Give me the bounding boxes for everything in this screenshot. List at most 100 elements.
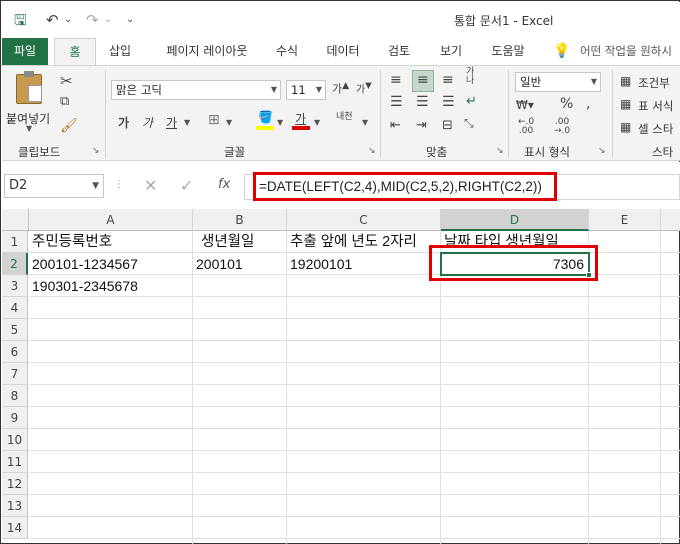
undo-dropdown-icon[interactable]: ⌄ xyxy=(64,11,72,29)
increase-font-icon[interactable]: 가▲ xyxy=(332,80,349,97)
tab-insert[interactable]: 삽입 xyxy=(100,38,140,65)
text-direction-icon[interactable]: ⤡ xyxy=(464,116,474,131)
align-bottom-icon[interactable]: ≡ xyxy=(442,72,454,88)
percent-icon[interactable]: % xyxy=(560,96,573,112)
tab-help[interactable]: 도움말 xyxy=(482,38,534,65)
row-header[interactable]: 10 xyxy=(2,429,28,451)
row-header[interactable]: 9 xyxy=(2,407,28,429)
align-center-icon[interactable]: ☰ xyxy=(416,94,429,110)
alignment-launcher-icon[interactable]: ↘ xyxy=(496,146,504,156)
row-header[interactable]: 12 xyxy=(2,473,28,495)
cell-a1[interactable]: 주민등록번호 xyxy=(29,231,112,253)
tab-formulas[interactable]: 수식 xyxy=(266,38,308,65)
customize-qat-icon[interactable]: ⌄ xyxy=(126,11,134,29)
separator xyxy=(508,70,509,158)
cancel-icon[interactable]: ✕ xyxy=(144,176,157,195)
font-launcher-icon[interactable]: ↘ xyxy=(368,146,376,156)
align-middle-icon[interactable]: ≡ xyxy=(412,70,434,92)
row-header[interactable]: 3 xyxy=(2,275,28,297)
row-header[interactable]: 13 xyxy=(2,495,28,517)
underline-button[interactable]: 가 xyxy=(166,114,177,131)
paste-dropdown-icon[interactable]: ▼ xyxy=(26,124,32,133)
cell-b1[interactable]: 생년월일 xyxy=(193,231,254,253)
enter-icon[interactable]: ✓ xyxy=(180,176,193,195)
font-color-icon[interactable]: 가 xyxy=(292,110,310,130)
decrease-indent-icon[interactable]: ⇤ xyxy=(390,118,401,133)
decrease-decimal-icon[interactable]: .00 →.0 xyxy=(554,118,570,136)
column-header-c[interactable]: C xyxy=(287,209,441,231)
wrap-text-icon[interactable]: ↵ xyxy=(466,94,477,109)
row-header[interactable]: 5 xyxy=(2,319,28,341)
cell-a3[interactable]: 190301-2345678 xyxy=(29,275,138,297)
cell-styles-button[interactable]: 셀 스타 xyxy=(638,121,673,137)
increase-decimal-icon[interactable]: ←.0.00 xyxy=(518,118,534,136)
format-table-button[interactable]: 표 서식 xyxy=(638,98,673,114)
name-box[interactable]: D2 ▼ xyxy=(4,174,104,198)
row-header[interactable]: 1 xyxy=(2,231,28,253)
number-launcher-icon[interactable]: ↘ xyxy=(598,146,606,156)
align-left-icon[interactable]: ☰ xyxy=(390,94,403,110)
cell-c2[interactable]: 19200101 xyxy=(287,253,352,275)
format-painter-icon[interactable]: 🖌 xyxy=(60,118,78,134)
format-table-icon[interactable]: ▦ xyxy=(620,97,631,111)
tab-review[interactable]: 검토 xyxy=(378,38,420,65)
tab-data[interactable]: 데이터 xyxy=(318,38,368,65)
phonetic-icon[interactable]: 내천 xyxy=(336,112,353,122)
font-name-combo[interactable]: 맑은 고딕 ▼ xyxy=(111,80,281,100)
conditional-format-icon[interactable]: ▦ xyxy=(620,74,631,88)
column-header-f[interactable] xyxy=(661,209,680,231)
tab-home[interactable]: 홈 xyxy=(54,38,96,65)
insert-function-icon[interactable]: fx xyxy=(218,177,230,192)
cell-c1[interactable]: 추출 앞에 년도 2자리 xyxy=(287,231,417,253)
row-header[interactable]: 7 xyxy=(2,363,28,385)
cell-a2[interactable]: 200101-1234567 xyxy=(29,253,138,275)
phonetic-dropdown-icon[interactable]: ▼ xyxy=(362,118,368,127)
fill-color-icon[interactable]: 🪣 xyxy=(256,110,274,130)
select-all-corner[interactable] xyxy=(2,209,29,231)
decrease-font-icon[interactable]: 가▼ xyxy=(356,80,372,95)
column-header-e[interactable]: E xyxy=(589,209,661,231)
redo-dropdown-icon[interactable]: ⌄ xyxy=(104,11,112,29)
row-header[interactable]: 11 xyxy=(2,451,28,473)
bold-button[interactable]: 가 xyxy=(118,114,129,131)
number-format-value: 일반 xyxy=(520,75,542,89)
align-top-icon[interactable]: ≡ xyxy=(390,72,402,88)
tab-file[interactable]: 파일 xyxy=(2,38,48,65)
comma-icon[interactable]: , xyxy=(586,96,590,112)
clipboard-launcher-icon[interactable]: ↘ xyxy=(92,146,100,156)
cut-icon[interactable]: ✂ xyxy=(60,72,73,90)
redo-icon[interactable]: ↷ xyxy=(86,11,99,29)
formula-input[interactable]: =DATE(LEFT(C2,4),MID(C2,5,2),RIGHT(C2,2)… xyxy=(253,172,557,201)
merge-center-icon[interactable]: ⊟ xyxy=(442,118,453,133)
column-header-a[interactable]: A xyxy=(29,209,193,231)
save-icon[interactable]: 🖫 xyxy=(14,11,27,29)
column-header-b[interactable]: B xyxy=(193,209,287,231)
accounting-format-icon[interactable]: ₩▾ xyxy=(516,98,534,112)
italic-button[interactable]: 가 xyxy=(142,114,153,131)
tab-page-layout[interactable]: 페이지 레이아웃 xyxy=(152,38,262,65)
conditional-format-button[interactable]: 조건부 xyxy=(638,75,670,91)
tell-me-search[interactable]: 어떤 작업을 원하시 xyxy=(580,38,680,65)
align-right-icon[interactable]: ☰ xyxy=(442,94,455,110)
row-header[interactable]: 6 xyxy=(2,341,28,363)
column-header-d[interactable]: D xyxy=(441,209,589,231)
undo-icon[interactable]: ↶ xyxy=(46,11,59,29)
copy-icon[interactable]: ⧉ xyxy=(60,94,69,109)
row-header[interactable]: 2 xyxy=(2,253,28,275)
font-color-dropdown-icon[interactable]: ▼ xyxy=(314,118,320,127)
fill-dropdown-icon[interactable]: ▼ xyxy=(277,118,283,127)
cell-b2[interactable]: 200101 xyxy=(193,253,243,275)
row-header[interactable]: 4 xyxy=(2,297,28,319)
border-icon[interactable]: ⊞ xyxy=(208,112,220,128)
paste-icon[interactable] xyxy=(16,71,42,104)
font-size-combo[interactable]: 11 ▼ xyxy=(286,80,326,100)
increase-indent-icon[interactable]: ⇥ xyxy=(416,118,427,133)
row-header[interactable]: 8 xyxy=(2,385,28,407)
row-header[interactable]: 14 xyxy=(2,517,28,539)
cell-styles-icon[interactable]: ▦ xyxy=(620,120,631,134)
tab-view[interactable]: 보기 xyxy=(430,38,472,65)
underline-dropdown-icon[interactable]: ▼ xyxy=(184,118,190,127)
number-format-combo[interactable]: 일반 ▼ xyxy=(515,72,601,92)
border-dropdown-icon[interactable]: ▼ xyxy=(226,118,232,127)
orientation-icon[interactable]: 가나 xyxy=(466,68,474,86)
